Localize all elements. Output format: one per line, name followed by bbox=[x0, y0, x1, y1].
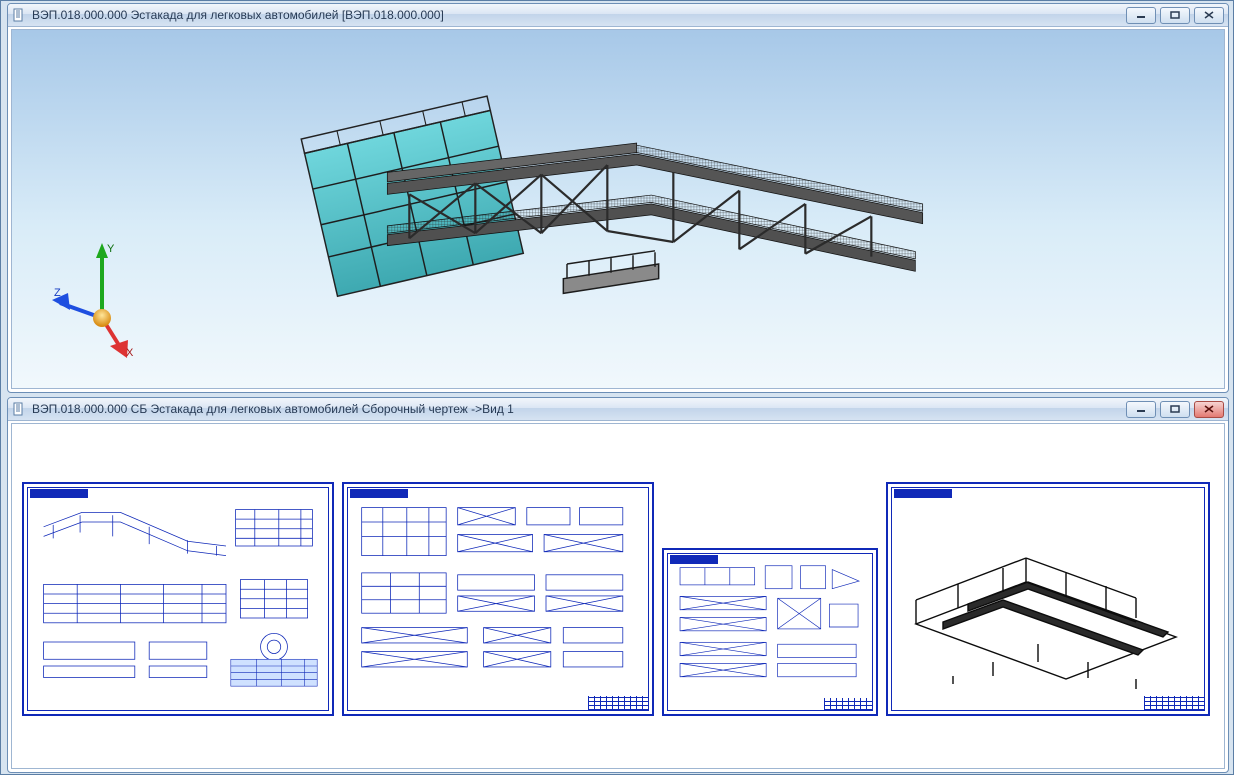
mdi-child-3d-model: ВЭП.018.000.000 Эстакада для легковых ав… bbox=[7, 3, 1229, 393]
axis-z-label: Z bbox=[54, 287, 61, 299]
window-title-3d: ВЭП.018.000.000 Эстакада для легковых ав… bbox=[32, 8, 1120, 22]
document-icon bbox=[12, 402, 26, 416]
close-button[interactable] bbox=[1194, 7, 1224, 24]
drawing-sheet-3[interactable] bbox=[662, 548, 878, 716]
titlebar-drawing[interactable]: ВЭП.018.000.000 СБ Эстакада для легковых… bbox=[8, 398, 1228, 421]
minimize-button[interactable] bbox=[1126, 7, 1156, 24]
document-icon bbox=[12, 8, 26, 22]
drawing-sheet-4[interactable] bbox=[886, 482, 1210, 716]
close-button[interactable] bbox=[1194, 401, 1224, 418]
minimize-button[interactable] bbox=[1126, 401, 1156, 418]
title-block bbox=[588, 696, 648, 710]
maximize-button[interactable] bbox=[1160, 401, 1190, 418]
axis-y-label: Y bbox=[107, 243, 115, 255]
title-block bbox=[1144, 696, 1204, 710]
viewport-3d[interactable]: Y Z X bbox=[11, 29, 1225, 389]
viewport-drawing[interactable] bbox=[11, 423, 1225, 769]
drawing-sheet-2[interactable] bbox=[342, 482, 654, 716]
titlebar-3d[interactable]: ВЭП.018.000.000 Эстакада для легковых ав… bbox=[8, 4, 1228, 27]
drawing-sheet-1[interactable] bbox=[22, 482, 334, 716]
model-3d-estakada bbox=[292, 70, 952, 370]
app-workspace: ВЭП.018.000.000 Эстакада для легковых ав… bbox=[0, 0, 1234, 775]
coordinate-triad-icon: Y Z X bbox=[52, 238, 162, 358]
title-block bbox=[824, 698, 872, 710]
mdi-child-drawing: ВЭП.018.000.000 СБ Эстакада для легковых… bbox=[7, 397, 1229, 773]
maximize-button[interactable] bbox=[1160, 7, 1190, 24]
axis-x-label: X bbox=[126, 347, 134, 358]
window-title-drawing: ВЭП.018.000.000 СБ Эстакада для легковых… bbox=[32, 402, 1120, 416]
